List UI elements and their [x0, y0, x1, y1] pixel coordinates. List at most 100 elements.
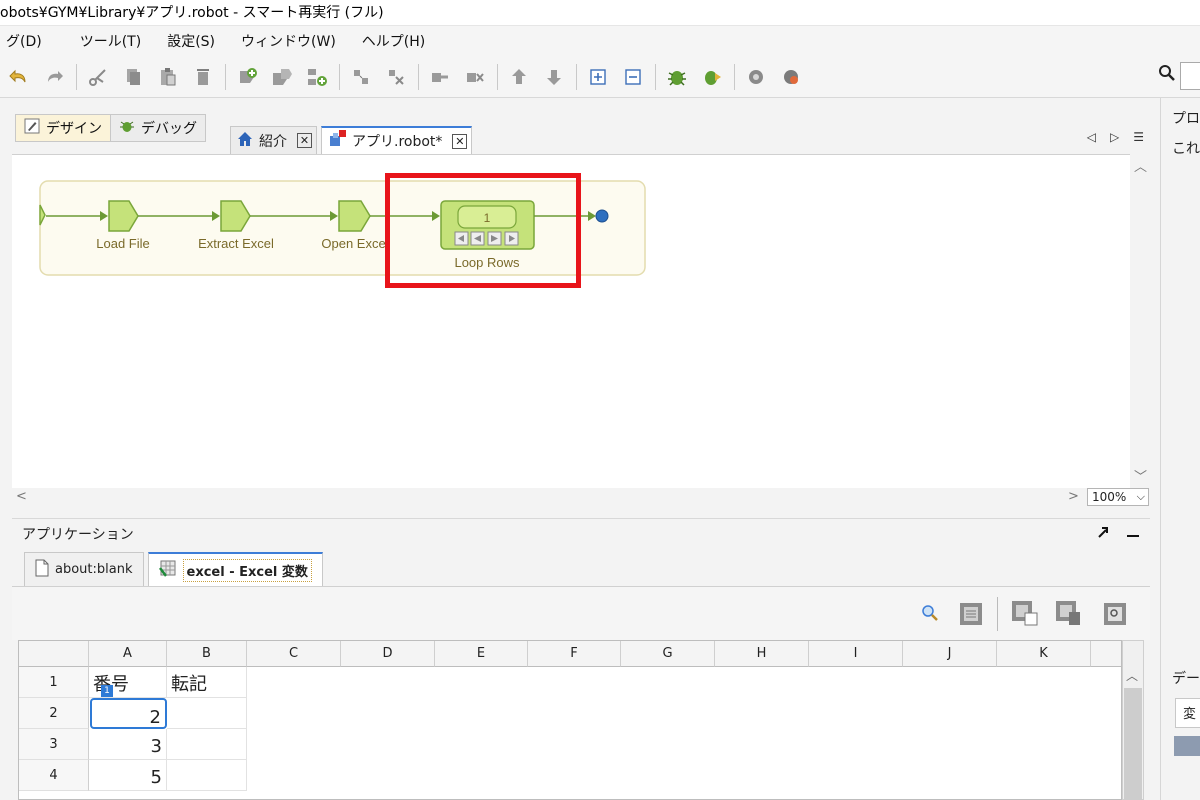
- menu-help[interactable]: ヘルプ(H): [356, 31, 431, 51]
- debug-mode-label: デバッグ: [141, 121, 197, 137]
- move-up-icon[interactable]: [506, 64, 532, 90]
- expand-icon[interactable]: [585, 64, 611, 90]
- column-header-d[interactable]: D: [341, 641, 435, 667]
- move-down-icon[interactable]: [541, 64, 567, 90]
- cut-icon[interactable]: [85, 64, 111, 90]
- column-header-f[interactable]: F: [528, 641, 621, 667]
- menu-bar: グ(D) ツール(T) 設定(S) ウィンドウ(W) ヘルプ(H): [0, 26, 1200, 56]
- browser-icon[interactable]: [778, 64, 804, 90]
- undock-icon[interactable]: [1096, 525, 1110, 543]
- search-icon[interactable]: [1158, 64, 1180, 86]
- column-header-j[interactable]: J: [903, 641, 997, 667]
- application-panel-header: アプリケーション: [12, 518, 1150, 548]
- sheet-scroll-thumb[interactable]: [1124, 688, 1142, 800]
- right-panel-title: プロ: [1172, 111, 1200, 127]
- column-header-b[interactable]: B: [167, 641, 247, 667]
- branch-icon[interactable]: [304, 64, 330, 90]
- step-label: Open Excel: [321, 236, 388, 251]
- tab-scroll-left-icon[interactable]: ◁: [1087, 130, 1096, 144]
- row-header-1[interactable]: 1: [19, 667, 89, 698]
- menu-tools[interactable]: ツール(T): [74, 31, 147, 51]
- tab-navigation: ◁ ▷ ☰: [1087, 130, 1144, 144]
- close-icon[interactable]: ✕: [452, 133, 468, 149]
- flow-end-node[interactable]: [595, 209, 609, 223]
- column-header-k[interactable]: K: [997, 641, 1091, 667]
- delete-icon[interactable]: [190, 64, 216, 90]
- corner-header[interactable]: [19, 641, 89, 667]
- undo-icon[interactable]: [6, 64, 32, 90]
- toolbar-separator: [497, 63, 498, 90]
- debug-run-icon[interactable]: [699, 64, 725, 90]
- step-into-icon[interactable]: [427, 64, 453, 90]
- cell-b3[interactable]: [167, 729, 247, 760]
- cell-b2[interactable]: [167, 698, 247, 729]
- close-icon[interactable]: ✕: [297, 133, 312, 148]
- clear-icon[interactable]: [1054, 599, 1084, 631]
- column-header-h[interactable]: H: [715, 641, 809, 667]
- spreadsheet-grid[interactable]: A B C D E F G H I J K 1 2 3 4 番号 転記 2 3 …: [18, 640, 1122, 800]
- cell-a3[interactable]: 3: [89, 729, 167, 760]
- step-label: Extract Excel: [198, 236, 274, 251]
- design-mode-button[interactable]: デザイン: [16, 115, 111, 141]
- column-header-c[interactable]: C: [247, 641, 341, 667]
- cell-b1[interactable]: 転記: [167, 667, 247, 698]
- scroll-down-icon[interactable]: ﹀: [1134, 466, 1147, 485]
- column-header-g[interactable]: G: [621, 641, 715, 667]
- scroll-up-icon[interactable]: ︿: [1134, 156, 1147, 175]
- document-icon[interactable]: [958, 601, 984, 631]
- cell-b4[interactable]: [167, 760, 247, 791]
- scroll-left-icon[interactable]: <: [16, 489, 27, 504]
- current-row-marker: 1: [101, 685, 113, 697]
- refresh-icon[interactable]: [743, 64, 769, 90]
- group-icon[interactable]: [348, 64, 374, 90]
- tab-robot[interactable]: アプリ.robot* ✕: [321, 126, 473, 154]
- menu-debug[interactable]: グ(D): [0, 31, 48, 51]
- paste-icon[interactable]: [155, 64, 181, 90]
- add-step-icon[interactable]: [234, 64, 260, 90]
- row-header-4[interactable]: 4: [19, 760, 89, 791]
- menu-window[interactable]: ウィンドウ(W): [235, 31, 342, 51]
- panel-controls: [1096, 525, 1140, 543]
- redo-icon[interactable]: [41, 64, 67, 90]
- cell-a4[interactable]: 5: [89, 760, 167, 791]
- find-icon[interactable]: [1102, 601, 1128, 631]
- tab-list-icon[interactable]: ☰: [1133, 130, 1144, 144]
- column-header-e[interactable]: E: [435, 641, 528, 667]
- main-toolbar: [0, 56, 1200, 98]
- step-label: Load File: [96, 236, 149, 251]
- minimize-icon[interactable]: [1126, 525, 1140, 543]
- scroll-up-icon[interactable]: ︿: [1126, 667, 1138, 684]
- right-panel-selected-row[interactable]: [1174, 736, 1200, 756]
- collapse-icon[interactable]: [620, 64, 646, 90]
- copy-icon[interactable]: [120, 64, 146, 90]
- ungroup-icon[interactable]: [383, 64, 409, 90]
- canvas-vertical-scrollbar[interactable]: ︿ ﹀: [1130, 154, 1150, 488]
- toolbar-separator: [418, 63, 419, 90]
- insert-step-icon[interactable]: [269, 64, 295, 90]
- menu-settings[interactable]: 設定(S): [161, 31, 221, 51]
- tab-scroll-right-icon[interactable]: ▷: [1110, 130, 1119, 144]
- toolbar-separator: [76, 63, 77, 90]
- search-input[interactable]: [1180, 62, 1200, 90]
- tab-about-blank[interactable]: about:blank: [24, 552, 144, 586]
- zoom-select[interactable]: 100% ⌵: [1087, 488, 1149, 506]
- export-icon[interactable]: [1010, 599, 1040, 631]
- zoom-inspect-icon[interactable]: [920, 603, 940, 627]
- debug-mode-button[interactable]: デバッグ: [111, 115, 205, 141]
- application-panel-title: アプリケーション: [22, 526, 134, 543]
- tab-excel-variable[interactable]: excel - Excel 変数: [147, 552, 323, 586]
- debug-bug-icon[interactable]: [664, 64, 690, 90]
- cell-a2[interactable]: 2: [90, 698, 167, 729]
- excel-icon: [158, 559, 177, 581]
- tab-intro[interactable]: 紹介 ✕: [230, 126, 317, 154]
- tab-robot-label: アプリ.robot*: [352, 134, 443, 150]
- right-panel-variable-tab[interactable]: 変: [1175, 698, 1200, 728]
- column-header-i[interactable]: I: [809, 641, 903, 667]
- canvas-horizontal-scrollbar[interactable]: < >: [12, 488, 1150, 508]
- row-header-2[interactable]: 2: [19, 698, 89, 729]
- remove-step-icon[interactable]: [462, 64, 488, 90]
- row-header-3[interactable]: 3: [19, 729, 89, 760]
- toolbar-separator: [576, 63, 577, 90]
- scroll-right-icon[interactable]: >: [1068, 489, 1079, 504]
- column-header-a[interactable]: A: [89, 641, 167, 667]
